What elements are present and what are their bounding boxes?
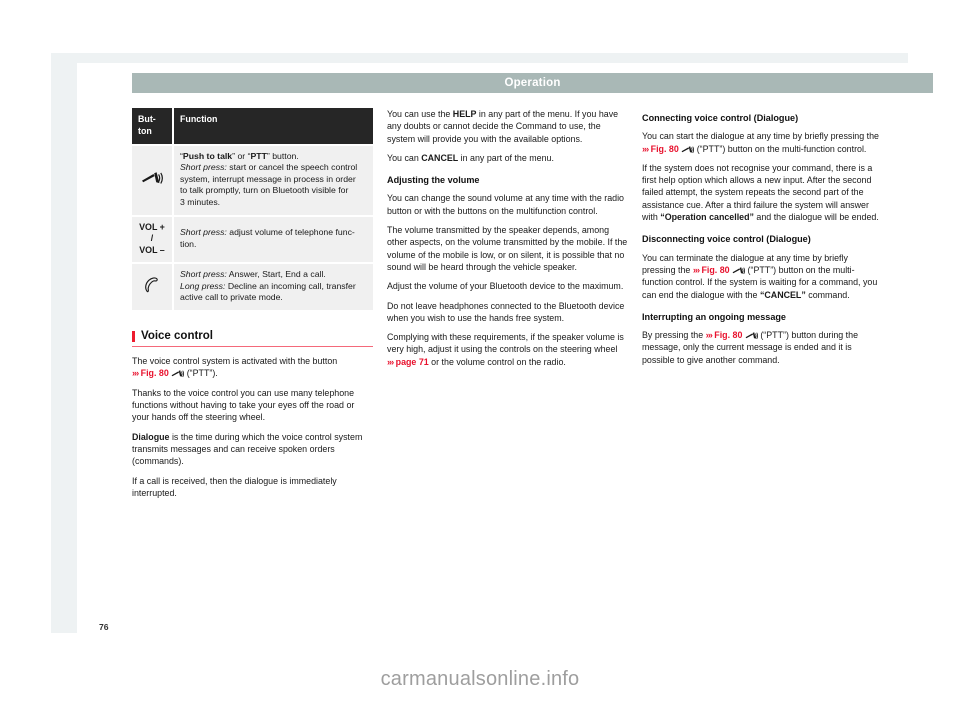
table-row: VOL + / VOL – Short press: adjust volume… bbox=[132, 214, 373, 265]
heading-adjusting-the-volume: Adjusting the volume bbox=[387, 175, 480, 186]
xref-fig-80[interactable]: ››› Fig. 80 bbox=[706, 330, 743, 340]
push-to-talk-icon bbox=[171, 370, 185, 378]
voice-control-paragraph-4: If a call is received, then the dialogue… bbox=[132, 475, 337, 498]
page-header-title: Operation bbox=[504, 77, 561, 89]
c2-p1-a: You can use the bbox=[387, 109, 453, 119]
chevron-triple-icon: ››› bbox=[642, 143, 649, 154]
xref-fig-80[interactable]: ››› Fig. 80 bbox=[132, 368, 169, 378]
site-watermark: carmanualsonline.info bbox=[380, 668, 580, 690]
table-cell-button bbox=[132, 143, 174, 217]
table-header-button-line2: ton bbox=[138, 126, 152, 137]
column-3: Connecting voice control (Dialogue) You … bbox=[642, 108, 883, 373]
cancel-quote: “CANCEL” bbox=[759, 289, 806, 300]
page-sheet: Operation But- ton Function “Push to tal… bbox=[77, 63, 933, 633]
voice-control-paragraph-3: Dialogue is the time during which the vo… bbox=[132, 431, 373, 468]
push-to-talk-icon bbox=[732, 267, 746, 275]
table-row: “Push to talk” or “PTT” button. Short pr… bbox=[132, 143, 373, 217]
operation-cancelled-quote: “Operation cancelled” bbox=[660, 212, 754, 223]
page-number: 76 bbox=[99, 622, 109, 632]
cell-line: 3 minutes. bbox=[180, 196, 221, 207]
column-2: You can use the HELP in any part of the … bbox=[387, 108, 628, 375]
col2-paragraph-7: Complying with these requirements, if th… bbox=[387, 331, 628, 368]
col2-paragraph-5: Adjust the volume of your Bluetooth devi… bbox=[387, 281, 624, 292]
heading-disconnecting-voice-control: Disconnecting voice control (Dialogue) bbox=[642, 234, 811, 245]
c2-p2-a: You can bbox=[387, 152, 422, 163]
table-cell-function: Short press: Answer, Start, End a call. … bbox=[172, 262, 373, 312]
section-heading-voice-control: Voice control bbox=[132, 330, 373, 348]
chevron-triple-icon: ››› bbox=[692, 264, 700, 275]
col2-paragraph-2: You can CANCEL in any part of the menu. bbox=[387, 152, 628, 164]
help-keyword: HELP bbox=[452, 109, 477, 119]
c2-p7-b: or the volume control on the radio. bbox=[428, 356, 566, 367]
cell-line: tion. bbox=[180, 238, 197, 249]
c3-p3-c: command. bbox=[805, 289, 850, 300]
c2-p2-b: in any part of the menu. bbox=[458, 152, 554, 163]
table-header-button-line1: But- bbox=[138, 114, 156, 124]
vc-dialogue-term: Dialogue bbox=[132, 431, 170, 442]
vc-p1-a: The voice control system is activated wi… bbox=[132, 356, 338, 367]
vc-p1-b: (“PTT”). bbox=[184, 368, 218, 379]
heading-interrupting-message: Interrupting an ongoing message bbox=[642, 311, 786, 322]
table-header-function: Function bbox=[172, 108, 373, 145]
heading-connecting-voice-control: Connecting voice control (Dialogue) bbox=[642, 113, 799, 123]
col3-paragraph-2: If the system does not recognise your co… bbox=[642, 162, 883, 223]
chevron-triple-icon: ››› bbox=[705, 330, 713, 341]
cancel-keyword: CANCEL bbox=[421, 152, 459, 163]
push-to-talk-icon bbox=[681, 145, 695, 154]
col3-paragraph-3: You can terminate the dialogue at any ti… bbox=[642, 252, 883, 301]
table-cell-function: Short press: adjust volume of telephone … bbox=[172, 214, 373, 265]
cell-line: Long press: Decline an incoming call, tr… bbox=[180, 280, 356, 291]
table-cell-button bbox=[132, 262, 174, 312]
page-header-bar: Operation bbox=[132, 73, 933, 93]
table-header-button: But- ton bbox=[132, 108, 174, 145]
vol-up-down-label-line2: VOL – bbox=[139, 244, 165, 255]
xref-label: Fig. 80 bbox=[140, 368, 169, 379]
c3-p2-b: and the dialogue will be ended. bbox=[753, 212, 879, 223]
voice-control-paragraph-1: The voice control system is activated wi… bbox=[132, 355, 373, 380]
vol-up-down-label-line1: VOL + / bbox=[139, 221, 165, 244]
phone-handset-icon bbox=[144, 277, 161, 294]
c3-p1-a: You can start the dialogue at any time b… bbox=[642, 131, 879, 142]
xref-label: Fig. 80 bbox=[714, 330, 743, 341]
chevron-triple-icon: ››› bbox=[387, 356, 394, 367]
col2-paragraph-4: The volume transmitted by the speaker de… bbox=[387, 225, 628, 272]
xref-label: page 71 bbox=[395, 356, 429, 367]
table-row: Short press: Answer, Start, End a call. … bbox=[132, 262, 373, 312]
c2-p7-a: Complying with these requirements, if th… bbox=[387, 332, 624, 355]
push-to-talk-icon bbox=[745, 332, 758, 340]
xref-label: Fig. 80 bbox=[701, 264, 730, 275]
xref-label: Fig. 80 bbox=[650, 143, 679, 154]
cell-line: Short press: adjust volume of telephone … bbox=[180, 227, 355, 238]
col2-paragraph-1: You can use the HELP in any part of the … bbox=[387, 108, 628, 145]
table-cell-button: VOL + / VOL – bbox=[132, 214, 174, 265]
cell-line: Short press: Answer, Start, End a call. bbox=[180, 269, 326, 280]
col2-paragraph-6: Do not leave headphones connected to the… bbox=[387, 300, 625, 323]
push-to-talk-icon bbox=[141, 172, 163, 185]
c3-p4-a: By pressing the bbox=[642, 330, 706, 341]
col3-paragraph-1: You can start the dialogue at any time b… bbox=[642, 130, 883, 155]
cell-line: active call to private mode. bbox=[180, 292, 283, 303]
table-body: “Push to talk” or “PTT” button. Short pr… bbox=[132, 143, 373, 312]
cell-line: to talk promptly, turn on Bluetooth visi… bbox=[180, 185, 349, 196]
table-header-row: But- ton Function bbox=[132, 108, 373, 145]
column-1: But- ton Function “Push to talk” or “PTT… bbox=[132, 108, 373, 506]
col2-paragraph-3: You can change the sound volume at any t… bbox=[387, 193, 624, 216]
xref-fig-80[interactable]: ››› Fig. 80 bbox=[693, 265, 730, 275]
xref-page-71[interactable]: ››› page 71 bbox=[387, 357, 429, 367]
voice-control-paragraph-2: Thanks to the voice control you can use … bbox=[132, 387, 355, 423]
xref-fig-80[interactable]: ››› Fig. 80 bbox=[642, 144, 679, 154]
cell-line: system, interrupt message in process in … bbox=[180, 173, 356, 184]
chevron-triple-icon: ››› bbox=[132, 368, 139, 379]
cell-line: Short press: start or cancel the speech … bbox=[180, 162, 358, 173]
table-cell-function: “Push to talk” or “PTT” button. Short pr… bbox=[172, 143, 373, 217]
button-function-table: But- ton Function “Push to talk” or “PTT… bbox=[132, 108, 373, 312]
cell-line: “Push to talk” or “PTT” button. bbox=[180, 150, 299, 161]
page-frame: Operation But- ton Function “Push to tal… bbox=[51, 53, 933, 633]
col3-paragraph-4: By pressing the ››› Fig. 80 (“PTT”) butt… bbox=[642, 329, 883, 366]
c3-p1-b: (“PTT”) button on the multi-function con… bbox=[694, 143, 867, 154]
